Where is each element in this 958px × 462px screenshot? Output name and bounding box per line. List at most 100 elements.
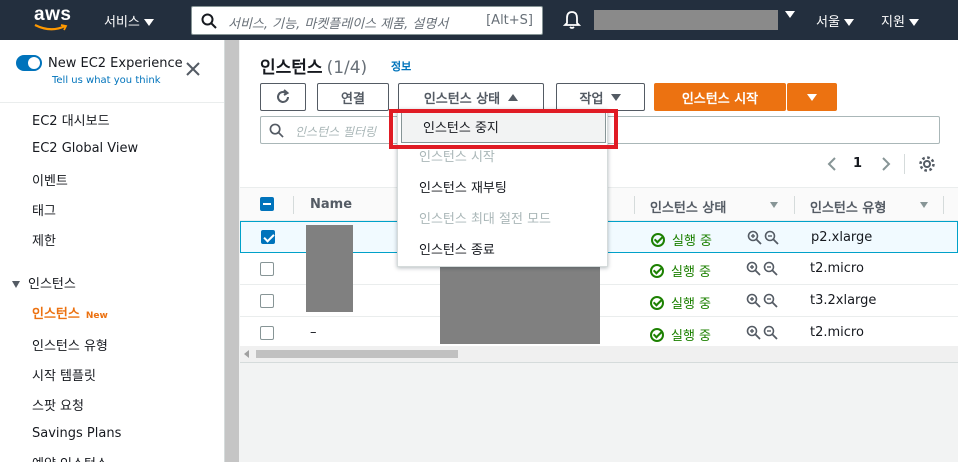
connect-label: 연결 xyxy=(341,91,365,107)
sidebar-item-ec2-dashboard[interactable]: EC2 대시보드 xyxy=(32,110,110,129)
column-divider xyxy=(794,196,795,214)
status-text: 실행 중 xyxy=(671,297,712,312)
search-icon xyxy=(201,13,217,29)
chevron-right-icon[interactable] xyxy=(880,156,892,172)
status-text: 실행 중 xyxy=(672,234,713,249)
services-menu[interactable]: 서비스 xyxy=(104,11,154,30)
chevron-down-icon xyxy=(843,19,854,26)
page-title: 인스턴스 (1/4) xyxy=(260,53,367,78)
search-input[interactable]: 서비스, 기능, 마켓플레이스 제품, 설명서 [Alt+S] xyxy=(191,6,543,35)
zoom-icons[interactable] xyxy=(746,325,780,341)
sidebar-item-instances[interactable]: 인스턴스 New xyxy=(32,303,108,322)
services-label: 서비스 xyxy=(104,15,140,30)
top-navigation-bar: aws 서비스 서비스, 기능, 마켓플레이스 제품, 설명서 [Alt+S] … xyxy=(0,0,958,40)
aws-logo[interactable]: aws xyxy=(34,4,74,34)
menu-item-hibernate-instance: 인스턴스 최대 절전 모드 xyxy=(419,212,551,227)
aws-logo-text: aws xyxy=(34,4,72,25)
chevron-up-icon xyxy=(508,93,519,101)
instance-type: t2.micro xyxy=(810,325,864,340)
chevron-down-icon xyxy=(611,93,622,101)
refresh-icon xyxy=(277,89,290,103)
support-menu[interactable]: 지원 xyxy=(881,11,919,30)
account-menu-redacted[interactable] xyxy=(594,10,778,30)
select-all-checkbox[interactable] xyxy=(260,197,274,211)
gear-icon[interactable] xyxy=(918,155,936,173)
sort-icon[interactable] xyxy=(770,202,778,208)
column-header-name[interactable]: Name xyxy=(310,197,352,212)
sidebar-item-instance-types[interactable]: 인스턴스 유형 xyxy=(32,335,108,354)
highlight-box xyxy=(389,109,618,149)
actions-button[interactable]: 작업 xyxy=(556,83,645,111)
instance-state-button[interactable]: 인스턴스 상태 xyxy=(398,83,544,111)
search-shortcut: [Alt+S] xyxy=(486,13,533,28)
chevron-left-icon[interactable] xyxy=(826,156,838,172)
launch-instance-button[interactable]: 인스턴스 시작 xyxy=(654,83,786,111)
check-circle-icon xyxy=(650,264,664,278)
zoom-icons[interactable] xyxy=(746,261,780,277)
feedback-link[interactable]: Tell us what you think xyxy=(52,75,161,86)
support-label: 지원 xyxy=(881,15,905,30)
page-number[interactable]: 1 xyxy=(853,156,862,171)
sidebar-item-reserved-instances[interactable]: 예약 인스턴스 xyxy=(32,453,108,462)
page-title-text: 인스턴스 xyxy=(260,58,323,78)
column-divider xyxy=(634,196,635,214)
refresh-button[interactable] xyxy=(260,83,306,111)
status-text: 실행 중 xyxy=(671,265,712,280)
menu-item-reboot-instance[interactable]: 인스턴스 재부팅 xyxy=(398,173,607,204)
region-menu[interactable]: 서울 xyxy=(816,11,854,30)
zoom-icons[interactable] xyxy=(747,230,781,246)
bell-icon[interactable] xyxy=(563,10,581,30)
column-divider xyxy=(943,196,944,214)
menu-item-terminate-instance[interactable]: 인스턴스 종료 xyxy=(398,235,607,266)
new-experience-title: New EC2 Experience xyxy=(48,56,183,71)
chevron-down-icon xyxy=(908,19,919,26)
aws-smile-icon xyxy=(34,24,68,31)
actions-label: 작업 xyxy=(579,91,604,107)
close-icon[interactable] xyxy=(186,62,200,76)
connect-button[interactable]: 연결 xyxy=(317,83,389,111)
row-checkbox[interactable] xyxy=(260,262,274,276)
new-badge: New xyxy=(85,311,108,321)
sidebar-item-spot-requests[interactable]: 스팟 요청 xyxy=(32,395,84,414)
sidebar-item-launch-templates[interactable]: 시작 템플릿 xyxy=(32,365,96,384)
column-header-type[interactable]: 인스턴스 유형 xyxy=(810,197,886,216)
horizontal-scrollbar[interactable] xyxy=(240,346,958,362)
sidebar-item-limits[interactable]: 제한 xyxy=(32,230,56,249)
chevron-down-icon[interactable] xyxy=(785,11,795,18)
instance-type: t3.2xlarge xyxy=(810,293,877,308)
row-checkbox[interactable] xyxy=(260,294,274,308)
launch-options-button[interactable] xyxy=(787,83,837,111)
pagination: 1 xyxy=(826,154,946,174)
sort-icon[interactable] xyxy=(920,202,928,208)
region-label: 서울 xyxy=(816,15,840,30)
search-icon xyxy=(269,123,284,138)
new-experience-toggle[interactable] xyxy=(16,55,42,71)
caret-down-icon xyxy=(12,281,20,288)
instance-name[interactable]: – xyxy=(310,325,317,340)
check-circle-icon xyxy=(650,328,664,342)
row-checkbox[interactable] xyxy=(260,326,274,340)
column-divider xyxy=(293,196,294,214)
sidebar-section-instances[interactable]: 인스턴스 xyxy=(12,273,76,292)
instance-type: t2.micro xyxy=(810,261,864,276)
sidebar-item-tags[interactable]: 태그 xyxy=(32,200,56,219)
status-running: 실행 중 xyxy=(650,325,711,344)
launch-label: 인스턴스 시작 xyxy=(681,91,759,107)
info-link[interactable]: 정보 xyxy=(391,58,411,74)
divider xyxy=(0,102,224,103)
instance-state-label: 인스턴스 상태 xyxy=(423,91,501,107)
scroll-left-arrow-icon[interactable] xyxy=(244,350,249,358)
sidebar: New EC2 Experience Tell us what you thin… xyxy=(0,40,225,462)
sidebar-item-ec2-global-view[interactable]: EC2 Global View xyxy=(32,141,138,156)
chevron-down-icon xyxy=(143,19,154,26)
sidebar-section-label: 인스턴스 xyxy=(28,277,76,292)
scrollbar-thumb[interactable] xyxy=(256,350,458,358)
row-checkbox[interactable] xyxy=(261,230,275,244)
column-header-state[interactable]: 인스턴스 상태 xyxy=(650,197,726,216)
sidebar-scrollbar[interactable] xyxy=(225,40,239,462)
redacted-id-block xyxy=(440,261,600,344)
sidebar-item-events[interactable]: 이벤트 xyxy=(32,170,68,189)
zoom-icons[interactable] xyxy=(746,293,780,309)
sidebar-item-savings-plans[interactable]: Savings Plans xyxy=(32,426,121,441)
check-circle-icon xyxy=(650,296,664,310)
